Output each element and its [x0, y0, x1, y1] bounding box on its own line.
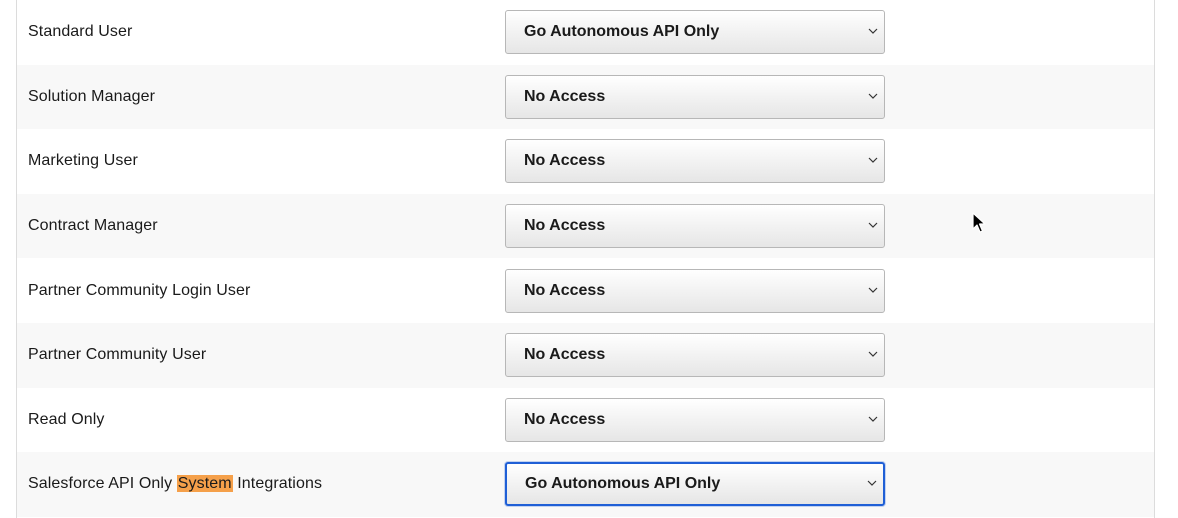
profile-name-prefix: Salesforce API Only [28, 475, 177, 493]
table-row: Marketing User No Access [17, 129, 1154, 194]
table-row: Partner Community User No Access [17, 322, 1154, 388]
chevron-down-icon [867, 481, 877, 487]
table-row: Salesforce API Only System Integrations … [17, 452, 1154, 517]
profile-name-suffix: Integrations [232, 475, 323, 493]
chevron-down-icon [868, 416, 878, 422]
table-row: Read Only No Access [17, 387, 1154, 453]
profile-access-table: Standard User Go Autonomous API Only Sol… [16, 0, 1155, 518]
table-row: Standard User Go Autonomous API Only [17, 0, 1154, 65]
profile-name: Salesforce API Only System Integrations [28, 475, 322, 493]
access-select-value: No Access [524, 281, 606, 299]
chevron-down-icon [868, 28, 878, 35]
profile-name: Partner Community Login User [28, 281, 251, 299]
access-select-value: Go Autonomous API Only [524, 23, 720, 41]
profile-name: Read Only [28, 410, 105, 428]
chevron-down-icon [868, 158, 878, 164]
chevron-down-icon [868, 287, 878, 293]
access-select[interactable]: No Access [505, 74, 885, 119]
access-select[interactable]: Go Autonomous API Only [505, 10, 885, 55]
access-select-value: No Access [524, 87, 606, 105]
access-select-value: No Access [524, 346, 606, 364]
table-row: Partner Community Login User No Access [17, 258, 1154, 323]
chevron-down-icon [868, 351, 878, 358]
access-select[interactable]: No Access [505, 139, 885, 184]
chevron-down-icon [868, 222, 878, 228]
profile-name: Partner Community User [28, 346, 207, 364]
access-select[interactable]: No Access [505, 268, 885, 313]
profile-name: Marketing User [28, 152, 138, 170]
table-row: Solution Manager No Access [17, 64, 1154, 130]
profile-name: Standard User [28, 23, 133, 41]
access-select[interactable]: No Access [505, 333, 885, 378]
mouse-cursor-icon [972, 212, 986, 233]
access-select-value: No Access [524, 152, 606, 170]
access-select-focused[interactable]: Go Autonomous API Only [505, 462, 885, 507]
access-select-value: No Access [524, 217, 606, 235]
chevron-down-icon [868, 93, 878, 99]
access-select[interactable]: No Access [505, 204, 885, 249]
access-select-value: Go Autonomous API Only [525, 475, 721, 493]
access-select-value: No Access [524, 410, 606, 428]
access-select[interactable]: No Access [505, 397, 885, 442]
search-highlight: System [176, 475, 233, 493]
profile-name: Contract Manager [28, 217, 158, 235]
profile-name: Solution Manager [28, 87, 156, 105]
